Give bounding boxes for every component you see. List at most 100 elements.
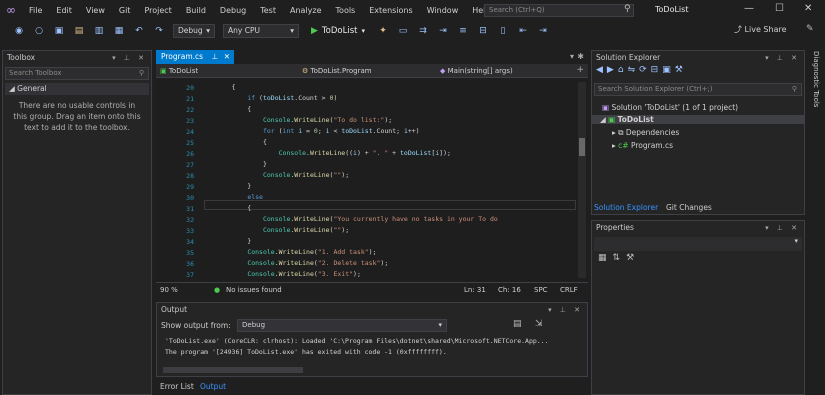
indent-icon[interactable]: ⇤	[516, 25, 530, 37]
dependencies-node[interactable]: ▸ ⧉ Dependencies	[612, 128, 679, 138]
tab-error-list[interactable]: Error List	[160, 382, 194, 391]
nav-class-label: ToDoList.Program	[310, 67, 372, 75]
collapse-all-icon[interactable]: ⊟	[651, 65, 663, 75]
toolbox-search-input[interactable]: Search Toolbox ⚲	[5, 67, 149, 80]
undo-icon[interactable]: ↶	[132, 25, 146, 37]
outdent-icon[interactable]: ⇥	[536, 25, 550, 37]
breakpoint-icon[interactable]: ⇥	[436, 25, 450, 37]
panel-controls-icon[interactable]: ▾ ⊥ ✕	[765, 221, 800, 235]
solution-node[interactable]: ▣ Solution 'ToDoList' (1 of 1 project)	[602, 103, 738, 112]
step-icon[interactable]: ⇉	[416, 25, 430, 37]
project-node[interactable]: ◢ ▣ ToDoList	[592, 115, 804, 124]
browser-icon[interactable]: ▭	[396, 25, 410, 37]
maximize-icon[interactable]: ☐	[775, 3, 784, 14]
panel-controls-icon[interactable]: ▾ ⊥ ✕	[548, 303, 583, 317]
open-icon[interactable]: ▤	[72, 25, 86, 37]
new-project-icon[interactable]: ▣	[52, 25, 66, 37]
tab-output[interactable]: Output	[200, 382, 226, 391]
properties-header: Properties ▾ ⊥ ✕	[592, 221, 804, 235]
solution-search-input[interactable]: Search Solution Explorer (Ctrl+;) ⚲	[594, 83, 802, 96]
feedback-icon[interactable]: ✎	[806, 24, 814, 34]
line-number: 24	[186, 128, 194, 136]
home-icon[interactable]: ⌂	[618, 65, 628, 75]
menu-item-analyze[interactable]: Analyze	[283, 6, 329, 15]
word-wrap-icon[interactable]: ⇲	[535, 319, 543, 329]
back-icon[interactable]: ◉	[12, 25, 26, 37]
comment-icon[interactable]: ⊟	[476, 25, 490, 37]
search-icon[interactable]: ⚲	[624, 4, 631, 14]
tab-program-cs[interactable]: Program.cs ⊥ ✕	[156, 50, 234, 64]
output-panel: Output ▾ ⊥ ✕ Show output from: Debug ▾ ▤ ⇲…	[156, 302, 588, 377]
clear-output-icon[interactable]: ▤	[513, 319, 522, 329]
tab-solution-explorer[interactable]: Solution Explorer	[594, 203, 658, 212]
output-source-dropdown[interactable]: Debug ▾	[237, 319, 447, 332]
categorized-icon[interactable]: ▦	[598, 253, 613, 263]
panel-controls-icon[interactable]: ▾ ⊥ ✕	[765, 51, 800, 65]
properties-icon[interactable]: ⚒	[675, 65, 687, 75]
program-cs-node[interactable]: ▸ c# Program.cs	[612, 141, 673, 150]
whitespace-mode[interactable]: SPC	[534, 286, 548, 294]
class-nav-dropdown[interactable]: ⚙ ToDoList.Program	[302, 66, 428, 76]
line-number: 26	[186, 150, 194, 158]
settings-icon[interactable]: ✱	[577, 52, 584, 61]
toolbox-header: Toolbox ▾ ⊥ ✕	[3, 51, 151, 65]
line-number: 20	[186, 84, 194, 92]
close-tab-icon[interactable]: ✕	[224, 50, 230, 64]
split-icon[interactable]: +	[576, 65, 584, 75]
minimize-icon[interactable]: —	[744, 3, 754, 14]
menu-item-git[interactable]: Git	[112, 6, 138, 15]
format-icon[interactable]: ≡	[456, 25, 470, 37]
menu-item-build[interactable]: Build	[179, 6, 213, 15]
scrollbar-thumb[interactable]	[579, 138, 585, 156]
project-label: ToDoList	[617, 115, 654, 124]
code-line: }	[216, 237, 252, 245]
save-all-icon[interactable]: ▦	[112, 25, 126, 37]
member-nav-dropdown[interactable]: ◆ Main(string[] args)	[440, 66, 570, 76]
configuration-dropdown[interactable]: Debug ▾	[173, 24, 215, 38]
platform-dropdown[interactable]: Any CPU ▾	[223, 24, 299, 38]
menu-item-project[interactable]: Project	[137, 6, 178, 15]
property-pages-icon[interactable]: ⚒	[626, 253, 640, 263]
tab-overflow-icon[interactable]: ▾	[570, 52, 574, 61]
show-all-files-icon[interactable]: ▣	[662, 65, 675, 75]
toolbox-group-general[interactable]: ◢ General	[5, 83, 149, 95]
column-position: Ch: 16	[498, 286, 521, 294]
visual-studio-logo-icon: ∞	[6, 3, 16, 17]
bookmark-icon[interactable]: ▯	[496, 25, 510, 37]
menu-item-edit[interactable]: Edit	[49, 6, 79, 15]
sync-icon[interactable]: ⟳	[639, 65, 651, 75]
code-line: Console.WriteLine("");	[262, 171, 350, 179]
menu-item-test[interactable]: Test	[253, 6, 283, 15]
issues-status[interactable]: No issues found	[226, 286, 282, 294]
properties-object-dropdown[interactable]: ▾	[594, 237, 802, 251]
panel-controls-icon[interactable]: ▾ ⊥ ✕	[112, 51, 147, 65]
diagnostic-tools-side-tab[interactable]: Diagnostic Tools	[808, 45, 825, 245]
search-input[interactable]: Search (Ctrl+Q)	[484, 4, 634, 17]
menu-item-tools[interactable]: Tools	[329, 6, 363, 15]
switch-views-icon[interactable]: ⇋	[628, 65, 640, 75]
pin-icon[interactable]: ⊥	[211, 50, 218, 64]
zoom-level[interactable]: 90 %	[160, 286, 178, 294]
save-icon[interactable]: ▥	[92, 25, 106, 37]
alphabetical-icon[interactable]: ⇅	[613, 253, 627, 263]
editor-scrollbar[interactable]	[578, 82, 586, 278]
menu-item-extensions[interactable]: Extensions	[362, 6, 419, 15]
line-ending[interactable]: CRLF	[560, 286, 578, 294]
close-icon[interactable]: ✕	[804, 3, 812, 14]
menu-item-view[interactable]: View	[79, 6, 112, 15]
tab-git-changes[interactable]: Git Changes	[666, 203, 712, 212]
forward-icon[interactable]: ○	[32, 25, 46, 37]
output-hscrollbar[interactable]	[163, 367, 303, 373]
menu-item-window[interactable]: Window	[420, 6, 466, 15]
code-editor[interactable]: 20212223242526272829303132333435363738 {…	[156, 78, 588, 290]
live-share-button[interactable]: ⤴ Live Share	[734, 24, 787, 35]
back-icon[interactable]: ◀	[596, 65, 607, 75]
project-nav-dropdown[interactable]: ▣ ToDoList	[160, 66, 290, 76]
redo-icon[interactable]: ↷	[152, 25, 166, 37]
run-button[interactable]: ▶ ToDoList ▾	[311, 26, 365, 36]
line-number: 29	[186, 183, 194, 191]
hot-reload-icon[interactable]: ✦	[376, 25, 390, 37]
menu-item-debug[interactable]: Debug	[213, 6, 253, 15]
forward-icon[interactable]: ▶	[607, 65, 618, 75]
menu-item-file[interactable]: File	[22, 6, 49, 15]
